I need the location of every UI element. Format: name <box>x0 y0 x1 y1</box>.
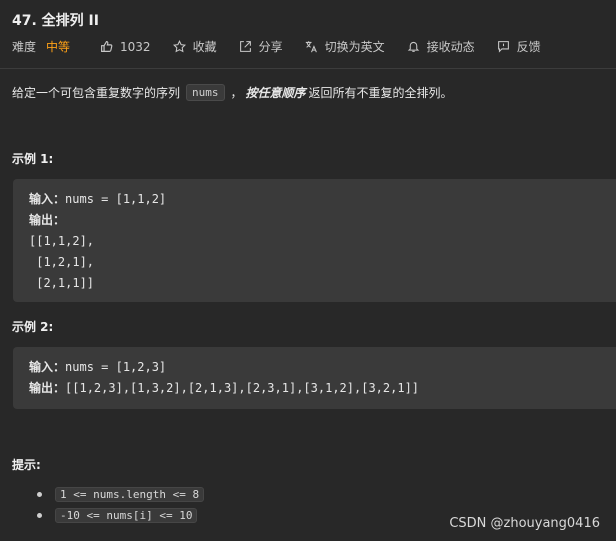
description-emphasis: 按任意顺序 <box>245 86 306 100</box>
feedback-button[interactable]: 反馈 <box>497 38 541 55</box>
list-item: -10 <= nums[i] <= 10 <box>12 505 204 526</box>
feedback-label: 反馈 <box>516 40 541 54</box>
problem-meta-bar: 难度 中等 1032 收藏 分享 切换为英文 接收动态 反馈 <box>12 38 616 55</box>
feedback-icon <box>497 41 509 53</box>
share-icon <box>239 41 251 52</box>
example-1-output-label: 输出： <box>29 213 66 227</box>
share-button[interactable]: 分享 <box>239 38 283 55</box>
hint-code: -10 <= nums[i] <= 10 <box>55 508 198 523</box>
favorite-button[interactable]: 收藏 <box>172 38 217 55</box>
thumbs-up-icon <box>101 41 113 52</box>
subscribe-label: 接收动态 <box>426 40 475 54</box>
description-suffix: 返回所有不重复的全排列。 <box>308 86 453 100</box>
example-2-input-value: nums = [1,2,3] <box>65 360 167 374</box>
subscribe-button[interactable]: 接收动态 <box>407 38 475 55</box>
bell-icon <box>407 41 419 52</box>
inline-code-nums: nums <box>186 84 225 101</box>
description-comma: ， <box>230 86 243 100</box>
example-2-block: 输入：nums = [1,2,3] 输出：[[1,2,3],[1,3,2],[2,… <box>13 347 616 409</box>
example-1-heading: 示例 1: <box>12 152 54 166</box>
example-1-output-line: [[1,1,2], <box>29 234 95 248</box>
example-1-input-value: nums = [1,1,2] <box>65 192 167 206</box>
translate-icon <box>305 41 317 53</box>
example-1-input-label: 输入： <box>29 192 66 206</box>
bullet-icon <box>37 513 42 518</box>
list-item: 1 <= nums.length <= 8 <box>12 484 205 505</box>
star-icon <box>172 40 186 53</box>
example-2-output-label: 输出： <box>29 381 66 395</box>
like-button[interactable]: 1032 <box>100 40 151 54</box>
favorite-label: 收藏 <box>192 40 217 54</box>
example-2-heading: 示例 2: <box>12 320 54 334</box>
translate-label: 切换为英文 <box>324 40 385 54</box>
example-1-output-line: [1,2,1], <box>29 255 95 269</box>
example-1-block: 输入：nums = [1,1,2] 输出： [[1,1,2], [1,2,1], [… <box>13 179 616 302</box>
hints-heading: 提示: <box>12 458 41 472</box>
difficulty-label: 难度 <box>12 40 37 54</box>
description-prefix: 给定一个可包含重复数字的序列 <box>12 86 181 100</box>
problem-title: 47. 全排列 II <box>12 13 99 29</box>
translate-button[interactable]: 切换为英文 <box>305 38 385 55</box>
hint-code: 1 <= nums.length <= 8 <box>55 487 205 502</box>
example-1-output-line: [2,1,1]] <box>29 276 95 290</box>
watermark: CSDN @zhouyang0416 <box>449 516 600 531</box>
bullet-icon <box>37 492 42 497</box>
like-count: 1032 <box>120 39 151 54</box>
example-2-input-label: 输入： <box>29 360 66 374</box>
difficulty-badge: 中等 <box>46 40 71 54</box>
share-label: 分享 <box>258 40 283 54</box>
hints-list: 1 <= nums.length <= 8 -10 <= nums[i] <= … <box>12 484 205 526</box>
example-2-output-value: [[1,2,3],[1,3,2],[2,1,3],[2,3,1],[3,1,2]… <box>65 381 420 395</box>
header-divider <box>0 68 616 69</box>
problem-description: 给定一个可包含重复数字的序列 nums ， 按任意顺序 返回所有不重复的全排列。 <box>12 84 453 101</box>
